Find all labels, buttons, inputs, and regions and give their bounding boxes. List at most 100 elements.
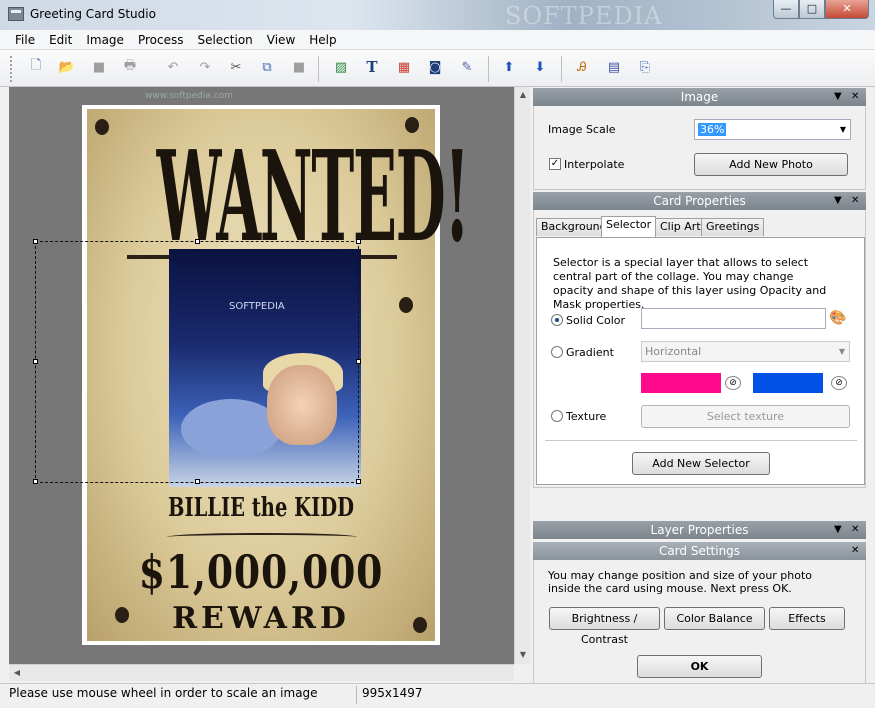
toolbar-separator	[318, 56, 319, 82]
tab-selector[interactable]: Selector	[601, 216, 657, 237]
resize-handle[interactable]	[356, 239, 361, 244]
menu-edit[interactable]: Edit	[42, 33, 79, 47]
maximize-button[interactable]: □	[799, 0, 825, 19]
layer-properties-header[interactable]: Layer Properties ▼ ✕	[533, 521, 866, 539]
solid-color-field[interactable]	[641, 308, 826, 329]
texture-radio[interactable]	[551, 410, 563, 422]
gradient-direction-select[interactable]: Horizontal ▼	[641, 341, 850, 362]
menu-image[interactable]: Image	[79, 33, 131, 47]
brightness-contrast-button[interactable]: Brightness / Contrast	[549, 607, 660, 646]
toolbar-separator	[561, 56, 562, 82]
poster-name: BILLIE the KIDD	[167, 493, 355, 523]
minimize-button[interactable]: —	[773, 0, 799, 19]
interpolate-label: Interpolate	[564, 158, 625, 171]
resize-handle[interactable]	[33, 479, 38, 484]
image-scale-value: 36%	[698, 123, 727, 136]
gradient-color-1-swatch[interactable]	[641, 373, 721, 393]
tab-greetings[interactable]: Greetings	[701, 218, 765, 236]
bullet-hole	[95, 119, 109, 135]
bullet-hole	[399, 297, 413, 313]
menu-file[interactable]: File	[8, 33, 42, 47]
image-panel-header[interactable]: Image ▼ ✕	[533, 88, 866, 106]
export-icon[interactable]: ⎘	[636, 58, 654, 76]
menu-process[interactable]: Process	[131, 33, 191, 47]
effects-button[interactable]: Effects	[769, 607, 845, 630]
chevron-down-icon[interactable]: ▼	[839, 342, 845, 361]
eyedropper-icon[interactable]: ⊘	[831, 376, 847, 390]
paste-icon[interactable]: ■	[290, 58, 308, 76]
softpedia-watermark: SOFTPEDIA	[505, 2, 663, 30]
panel-dropdown-icon[interactable]: ▼	[834, 88, 842, 106]
vertical-scrollbar[interactable]: ▲ ▼	[514, 87, 530, 664]
frame-icon[interactable]: ◙	[426, 58, 444, 76]
redo-icon[interactable]: ↷	[196, 58, 214, 76]
status-hint: Please use mouse wheel in order to scale…	[9, 686, 318, 700]
panel-dropdown-icon[interactable]: ▼	[834, 192, 842, 210]
canvas-watermark: www.softpedia.com	[145, 91, 233, 101]
panel-close-icon[interactable]: ✕	[851, 192, 859, 210]
color-balance-button[interactable]: Color Balance	[664, 607, 765, 630]
resize-handle[interactable]	[356, 359, 361, 364]
effects-wand-icon[interactable]: ✎	[458, 58, 476, 76]
resize-handle[interactable]	[33, 359, 38, 364]
copy-icon[interactable]: ⧉	[258, 58, 276, 76]
selection-rectangle[interactable]	[33, 239, 361, 484]
clipart-icon[interactable]: ▦	[395, 58, 413, 76]
texture-label: Texture	[566, 410, 607, 423]
add-image-icon[interactable]: ▨	[332, 58, 350, 76]
chevron-down-icon[interactable]: ▼	[840, 120, 846, 139]
new-icon[interactable]: 🗋	[27, 58, 45, 76]
save-icon[interactable]: ■	[90, 58, 108, 76]
menu-help[interactable]: Help	[302, 33, 343, 47]
card-properties-header[interactable]: Card Properties ▼ ✕	[533, 192, 866, 210]
menu-selection[interactable]: Selection	[190, 33, 259, 47]
status-bar: Please use mouse wheel in order to scale…	[0, 683, 875, 708]
resize-handle[interactable]	[195, 239, 200, 244]
gradient-color-2-swatch[interactable]	[753, 373, 823, 393]
image-scale-combo[interactable]: 36% ▼	[694, 119, 851, 140]
panel-close-icon[interactable]: ✕	[851, 542, 859, 560]
move-down-icon[interactable]: ⬇	[531, 58, 549, 76]
panel-dropdown-icon[interactable]: ▼	[834, 521, 842, 539]
add-new-selector-button[interactable]: Add New Selector	[632, 452, 770, 475]
palette-icon[interactable]: 🎨	[829, 310, 846, 326]
layer-properties-title: Layer Properties	[650, 523, 749, 537]
app-icon[interactable]	[8, 7, 24, 21]
eyedropper-icon[interactable]: ⊘	[725, 376, 741, 390]
move-up-icon[interactable]: ⬆	[500, 58, 518, 76]
add-new-photo-button[interactable]: Add New Photo	[694, 153, 848, 176]
resize-handle[interactable]	[33, 239, 38, 244]
image-canvas[interactable]: www.softpedia.com WANTED! SOFTPEDIA BILL…	[9, 87, 514, 664]
tab-clip-art[interactable]: Clip Art	[655, 218, 706, 236]
select-texture-button[interactable]: Select texture	[641, 405, 850, 428]
status-divider	[356, 686, 357, 704]
card-settings-header[interactable]: Card Settings ✕	[533, 542, 866, 560]
interpolate-checkbox[interactable]: ✓	[549, 158, 561, 170]
font-icon[interactable]: Ꭿ	[573, 58, 591, 76]
open-folder-icon[interactable]: 📂	[58, 58, 76, 76]
menu-view[interactable]: View	[260, 33, 302, 47]
scroll-down-arrow-icon[interactable]: ▼	[516, 648, 530, 662]
gradient-radio[interactable]	[551, 346, 563, 358]
page-icon[interactable]: ▤	[605, 58, 623, 76]
ok-button[interactable]: OK	[637, 655, 762, 678]
scroll-left-arrow-icon[interactable]: ◀	[10, 666, 24, 680]
cut-icon[interactable]: ✂	[227, 58, 245, 76]
scroll-up-arrow-icon[interactable]: ▲	[516, 88, 530, 102]
image-panel-title: Image	[680, 90, 719, 104]
poster-amount: $1,000,000	[138, 545, 384, 599]
resize-handle[interactable]	[356, 479, 361, 484]
status-image-size: 995x1497	[362, 686, 423, 700]
solid-color-label: Solid Color	[566, 314, 626, 327]
gradient-label: Gradient	[566, 346, 614, 359]
panel-close-icon[interactable]: ✕	[851, 521, 859, 539]
panel-close-icon[interactable]: ✕	[851, 88, 859, 106]
resize-handle[interactable]	[195, 479, 200, 484]
text-icon[interactable]: T	[363, 58, 381, 76]
print-icon[interactable]: 🖶	[121, 58, 139, 76]
toolbar-grip[interactable]	[10, 56, 13, 82]
horizontal-scrollbar[interactable]: ◀	[9, 664, 514, 681]
solid-color-radio[interactable]	[551, 314, 563, 326]
undo-icon[interactable]: ↶	[164, 58, 182, 76]
close-button[interactable]: ✕	[825, 0, 869, 19]
